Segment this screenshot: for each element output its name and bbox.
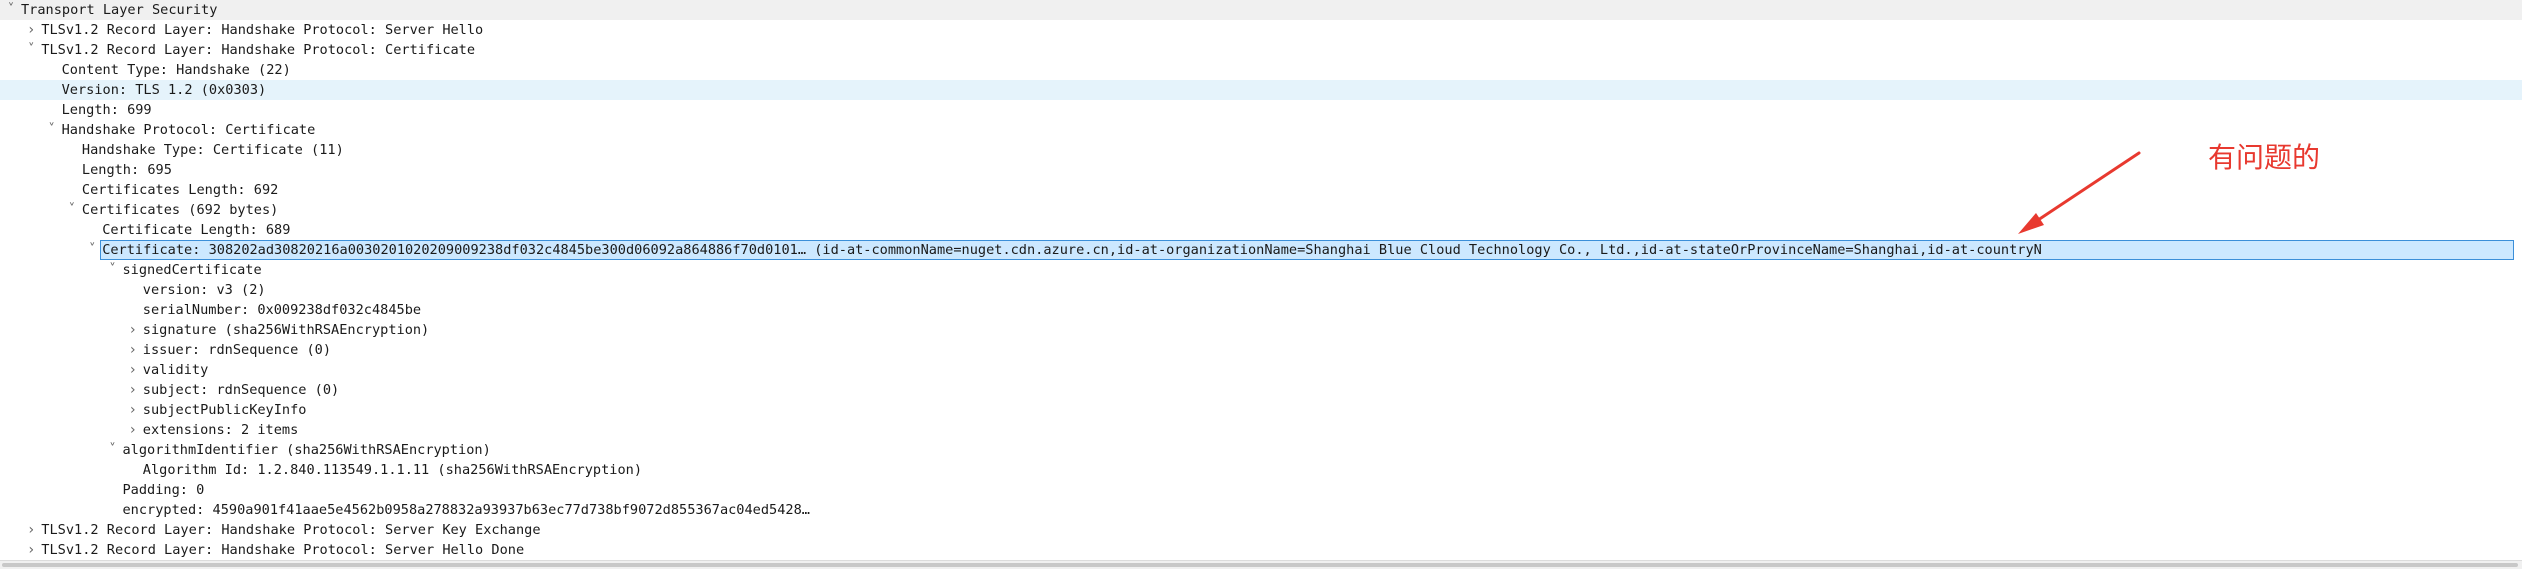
tree-row-label: Content Type: Handshake (22) [61, 62, 291, 78]
tree-row[interactable]: Certificates Length: 692 [0, 180, 2522, 200]
chevron-down-icon[interactable]: ˅ [65, 200, 79, 220]
chevron-right-icon[interactable]: › [126, 380, 140, 400]
tree-row-label: TLSv1.2 Record Layer: Handshake Protocol… [41, 22, 484, 38]
chevron-down-icon[interactable]: ˅ [106, 260, 120, 280]
tree-row-label: Version: TLS 1.2 (0x0303) [61, 82, 267, 98]
chevron-right-icon[interactable]: › [126, 400, 140, 420]
chevron-down-icon[interactable]: ˅ [24, 40, 38, 60]
tree-row-selected[interactable]: ˅ Certificate: 308202ad30820216a003020102… [0, 240, 2522, 260]
chevron-right-icon[interactable]: › [126, 360, 140, 380]
tree-row[interactable]: ˅ TLSv1.2 Record Layer: Handshake Protoco… [0, 40, 2522, 60]
tree-row[interactable]: Certificate Length: 689 [0, 220, 2522, 240]
tree-row-label: signature (sha256WithRSAEncryption) [142, 322, 430, 338]
tree-row[interactable]: version: v3 (2) [0, 280, 2522, 300]
tree-row-label: Handshake Protocol: Certificate [61, 122, 316, 138]
tree-row-label: validity [142, 362, 209, 378]
chevron-down-icon[interactable]: ˅ [4, 0, 18, 20]
tree-row-label: subjectPublicKeyInfo [142, 402, 307, 418]
chevron-right-icon[interactable]: › [126, 320, 140, 340]
tree-row[interactable]: › TLSv1.2 Record Layer: Handshake Protoco… [0, 540, 2522, 560]
chevron-right-icon[interactable]: › [126, 340, 140, 360]
chevron-down-icon[interactable]: ˅ [85, 240, 99, 260]
packet-details-tree: ˅ Transport Layer Security › TLSv1.2 Record… [0, 0, 2522, 560]
tree-row[interactable]: › validity [0, 360, 2522, 380]
scrollbar-thumb[interactable] [2, 563, 2518, 567]
tree-row[interactable]: Length: 695 [0, 160, 2522, 180]
tree-row-label: Handshake Type: Certificate (11) [81, 142, 344, 158]
tree-row[interactable]: › subject: rdnSequence (0) [0, 380, 2522, 400]
tree-row-label: serialNumber: 0x009238df032c4845be [142, 302, 422, 318]
tree-row[interactable]: › TLSv1.2 Record Layer: Handshake Protoco… [0, 20, 2522, 40]
tree-row[interactable]: Content Type: Handshake (22) [0, 60, 2522, 80]
chevron-down-icon[interactable]: ˅ [45, 120, 59, 140]
chevron-right-icon[interactable]: › [24, 20, 38, 40]
tree-row-label: Transport Layer Security [21, 2, 218, 18]
tree-row-label: Length: 695 [81, 162, 172, 178]
tree-row-label: encrypted: 4590a901f41aae5e4562b0958a278… [122, 502, 810, 518]
tree-row[interactable]: › signature (sha256WithRSAEncryption) [0, 320, 2522, 340]
tree-row[interactable]: ˅ algorithmIdentifier (sha256WithRSAEncry… [0, 440, 2522, 460]
tree-row-label: Certificates (692 bytes) [81, 202, 279, 218]
tree-row-label: Padding: 0 [122, 482, 205, 498]
tree-row-label: Certificate Length: 689 [102, 222, 291, 238]
tree-row-label: Certificate: 308202ad30820216a0030201020… [102, 242, 2042, 258]
tree-row[interactable]: › TLSv1.2 Record Layer: Handshake Protoco… [0, 520, 2522, 540]
chevron-down-icon[interactable]: ˅ [106, 440, 120, 460]
tree-row[interactable]: Length: 699 [0, 100, 2522, 120]
tree-row[interactable]: Handshake Type: Certificate (11) [0, 140, 2522, 160]
tree-row[interactable]: › subjectPublicKeyInfo [0, 400, 2522, 420]
tree-row-label: TLSv1.2 Record Layer: Handshake Protocol… [41, 42, 476, 58]
tree-row-label: signedCertificate [122, 262, 262, 278]
tree-row-label: Algorithm Id: 1.2.840.113549.1.1.11 (sha… [142, 462, 643, 478]
tree-row[interactable]: ˅ Handshake Protocol: Certificate [0, 120, 2522, 140]
tree-row-label: issuer: rdnSequence (0) [142, 342, 332, 358]
annotation-label: 有问题的 [2208, 141, 2321, 174]
chevron-right-icon[interactable]: › [24, 520, 38, 540]
tree-row[interactable]: ˅ Certificates (692 bytes) [0, 200, 2522, 220]
tree-row-label: Certificates Length: 692 [81, 182, 279, 198]
tree-row[interactable]: ˅ signedCertificate [0, 260, 2522, 280]
tree-row[interactable]: › issuer: rdnSequence (0) [0, 340, 2522, 360]
tree-row-label: TLSv1.2 Record Layer: Handshake Protocol… [41, 542, 525, 558]
tree-row-label: TLSv1.2 Record Layer: Handshake Protocol… [41, 522, 541, 538]
tree-row[interactable]: Padding: 0 [0, 480, 2522, 500]
tree-row-label: version: v3 (2) [142, 282, 266, 298]
tree-row[interactable]: ˅ Transport Layer Security [0, 0, 2522, 20]
tree-row[interactable]: › extensions: 2 items [0, 420, 2522, 440]
tree-row[interactable]: encrypted: 4590a901f41aae5e4562b0958a278… [0, 500, 2522, 520]
tree-row-label: algorithmIdentifier (sha256WithRSAEncryp… [122, 442, 491, 458]
tree-row[interactable]: Version: TLS 1.2 (0x0303) [0, 80, 2522, 100]
chevron-right-icon[interactable]: › [24, 540, 38, 560]
tree-row-label: subject: rdnSequence (0) [142, 382, 340, 398]
chevron-right-icon[interactable]: › [126, 420, 140, 440]
tree-row-label: extensions: 2 items [142, 422, 299, 438]
tree-row[interactable]: Algorithm Id: 1.2.840.113549.1.1.11 (sha… [0, 460, 2522, 480]
tree-row[interactable]: serialNumber: 0x009238df032c4845be [0, 300, 2522, 320]
tree-row-label: Length: 699 [61, 102, 152, 118]
